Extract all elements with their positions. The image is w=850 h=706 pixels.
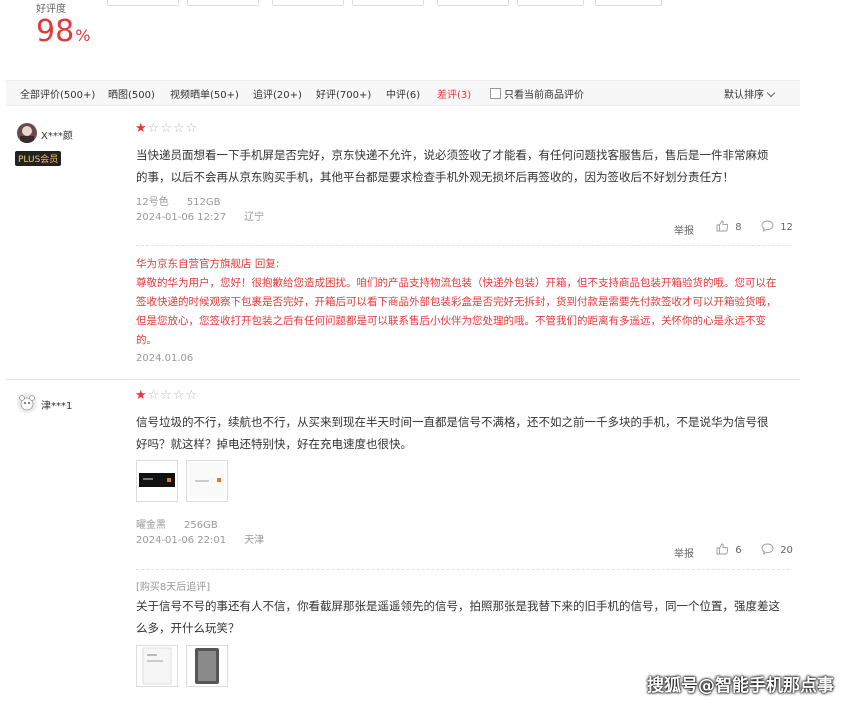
sort-dropdown[interactable]: 默认排序 — [724, 86, 776, 101]
tag-chip[interactable] — [187, 0, 259, 6]
followup-content: 关于信号不号的事还有人不信，你看截屏那张是遥遥领先的信号，拍照那张是我替下来的旧… — [136, 599, 780, 635]
old-phone-photo-thumbnail — [195, 648, 219, 684]
product-storage: 512GB — [186, 197, 221, 208]
comment-button[interactable]: 12 — [761, 220, 793, 233]
thumbs-up-icon — [716, 543, 729, 555]
review-image[interactable] — [136, 645, 178, 687]
review-divider — [6, 379, 800, 380]
tag-chip[interactable] — [107, 0, 179, 6]
review-region: 天津 — [244, 535, 265, 546]
filter-images[interactable]: 晒图(500) — [108, 86, 155, 101]
rate-number: 98 — [36, 14, 75, 49]
comment-count: 20 — [780, 545, 793, 556]
review-image[interactable] — [186, 460, 228, 502]
review-image[interactable] — [186, 645, 228, 687]
like-count: 8 — [735, 222, 742, 233]
tag-chip[interactable] — [437, 0, 509, 6]
source-watermark: 搜狐号@智能手机那点事 — [647, 676, 834, 696]
like-button[interactable]: 6 — [716, 543, 742, 556]
tag-chip[interactable] — [272, 0, 344, 6]
current-only-toggle[interactable]: 只看当前商品评价 — [490, 86, 584, 101]
signal-screenshot-thumbnail — [189, 463, 225, 499]
rate-unit: % — [75, 26, 91, 45]
product-spec: 12号色 512GB — [136, 193, 238, 208]
filter-negative[interactable]: 差评(3) — [437, 86, 471, 101]
star-filled-icon: ★ — [135, 121, 148, 136]
product-spec: 曜金黑 256GB — [136, 516, 236, 531]
star-rating: ★☆☆☆☆ — [135, 121, 198, 136]
review-date-region: 2024-01-06 22:01 天津 — [136, 531, 282, 546]
avatar[interactable] — [17, 393, 37, 413]
filter-video[interactable]: 视频晒单(50+) — [170, 86, 239, 101]
star-rating: ★☆☆☆☆ — [135, 388, 198, 403]
user-avatar-icon — [17, 393, 37, 413]
review-date-region: 2024-01-06 12:27 辽宁 — [136, 208, 282, 223]
plus-member-badge: PLUS会员 — [15, 151, 62, 166]
report-link[interactable]: 举报 — [674, 222, 694, 237]
reply-divider — [136, 245, 790, 246]
seller-reply-date: 2024.01.06 — [136, 353, 194, 364]
tag-chip[interactable] — [517, 0, 584, 6]
review-content: 信号垃圾的不行，续航也不行，从买来到现在半天时间一直都是信号不满格，还不如之前一… — [136, 415, 769, 451]
filter-positive[interactable]: 好评(700+) — [316, 86, 371, 101]
review-region: 辽宁 — [244, 212, 265, 223]
product-color: 12号色 — [136, 197, 169, 208]
screenshot-thumbnail — [142, 647, 172, 685]
phone-screenshot-thumbnail — [139, 473, 175, 487]
seller-reply-title: 华为京东自营官方旗舰店 回复: — [136, 258, 280, 270]
like-button[interactable]: 8 — [716, 220, 742, 233]
avatar[interactable] — [17, 123, 37, 143]
thumbs-up-icon — [716, 220, 729, 232]
review-date: 2024-01-06 12:27 — [136, 212, 227, 223]
current-only-label: 只看当前商品评价 — [504, 90, 584, 101]
user-name: 津***1 — [41, 401, 73, 412]
chevron-down-icon — [766, 88, 776, 98]
seller-reply-content: 尊敬的华为用户，您好！很抱歉给您造成困扰。咱们的产品支持物流包装（快递外包装）开… — [136, 277, 777, 346]
followup-tag: [购买8天后追评] — [136, 582, 211, 593]
tag-chip[interactable] — [352, 0, 424, 6]
product-storage: 256GB — [184, 520, 218, 531]
tag-chip[interactable] — [595, 0, 662, 6]
user-name: X***颜 — [41, 131, 73, 142]
review-date: 2024-01-06 22:01 — [136, 535, 227, 546]
product-color: 曜金黑 — [136, 520, 166, 531]
comment-icon — [761, 543, 774, 555]
review-content: 当快递员面想看一下手机屏是否完好，京东快递不允许，说必须签收了才能看，有任何问题… — [136, 148, 769, 184]
filter-neutral[interactable]: 中评(6) — [386, 86, 420, 101]
followup-divider — [136, 569, 790, 570]
user-avatar-icon — [17, 123, 37, 143]
rate-value: 98% — [36, 13, 90, 55]
star-empty-icon: ☆☆☆☆ — [147, 388, 199, 403]
report-link[interactable]: 举报 — [674, 545, 694, 560]
sort-label: 默认排序 — [724, 90, 764, 101]
comment-count: 12 — [780, 222, 793, 233]
review-image[interactable] — [136, 460, 178, 502]
star-empty-icon: ☆☆☆☆ — [147, 121, 199, 136]
like-count: 6 — [735, 545, 742, 556]
star-filled-icon: ★ — [135, 388, 148, 403]
comment-button[interactable]: 20 — [761, 543, 793, 556]
checkbox-icon[interactable] — [490, 88, 501, 99]
filter-bar: 全部评价(500+) 晒图(500) 视频晒单(50+) 追评(20+) 好评(… — [6, 80, 800, 106]
filter-followup[interactable]: 追评(20+) — [253, 86, 302, 101]
comment-icon — [761, 220, 774, 232]
filter-all[interactable]: 全部评价(500+) — [20, 86, 95, 101]
